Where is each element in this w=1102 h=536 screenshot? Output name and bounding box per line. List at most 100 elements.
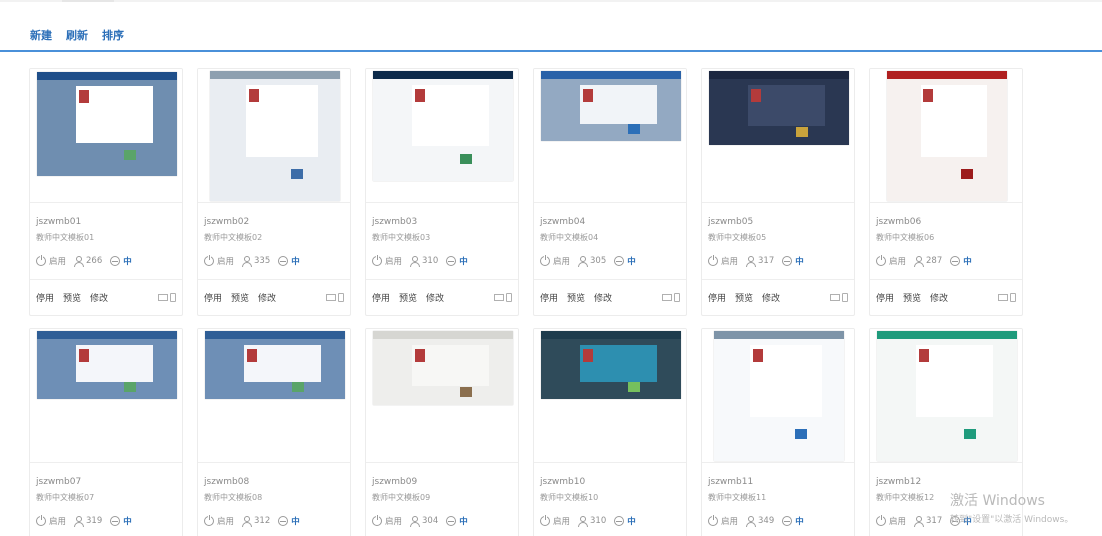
template-thumbnail[interactable] <box>702 329 854 463</box>
template-name: 教师中文模板02 <box>204 233 263 242</box>
language-icon <box>614 256 625 266</box>
edit-button[interactable]: 修改 <box>426 291 444 304</box>
language-icon <box>110 516 121 526</box>
template-thumbnail[interactable] <box>534 69 686 203</box>
mobile-icon[interactable] <box>338 292 344 302</box>
desktop-icon[interactable] <box>998 293 1008 301</box>
mobile-icon[interactable] <box>506 292 512 302</box>
toolbar-actions: 新建 刷新 排序 <box>30 27 124 43</box>
preview-button[interactable]: 预览 <box>231 291 249 304</box>
user-icon <box>410 256 421 267</box>
user-count: 312 <box>254 516 271 526</box>
preview-photo <box>753 349 763 362</box>
device-toggle[interactable] <box>494 292 512 302</box>
template-card[interactable]: jszwmb10 教师中文模板10 启用 310 中 <box>533 328 687 536</box>
template-card[interactable]: jszwmb09 教师中文模板09 启用 304 中 <box>365 328 519 536</box>
new-button[interactable]: 新建 <box>30 27 52 43</box>
template-info: jszwmb01 教师中文模板01 启用 266 中 <box>30 203 182 269</box>
mobile-icon[interactable] <box>674 292 680 302</box>
edit-button[interactable]: 修改 <box>594 291 612 304</box>
edit-button[interactable]: 修改 <box>930 291 948 304</box>
disable-button[interactable]: 停用 <box>540 291 558 304</box>
language-value: 中 <box>123 257 132 267</box>
template-card[interactable]: jszwmb07 教师中文模板07 启用 319 中 <box>29 328 183 536</box>
mobile-icon[interactable] <box>170 292 176 302</box>
device-toggle[interactable] <box>830 292 848 302</box>
device-toggle[interactable] <box>326 292 344 302</box>
power-icon <box>876 515 886 526</box>
preview-header-band <box>709 71 849 79</box>
preview-header-band <box>210 71 340 79</box>
template-operations: 停用 预览 修改 <box>702 280 854 314</box>
status-stat: 启用 <box>36 515 66 527</box>
preview-button[interactable]: 预览 <box>63 291 81 304</box>
device-toggle[interactable] <box>662 292 680 302</box>
template-thumbnail[interactable] <box>366 329 518 463</box>
edit-button[interactable]: 修改 <box>258 291 276 304</box>
template-code: jszwmb07 <box>36 477 82 487</box>
template-thumbnail[interactable] <box>198 329 350 463</box>
language-stat: 中 <box>614 515 636 527</box>
mobile-icon[interactable] <box>1010 292 1016 302</box>
template-thumbnail[interactable] <box>702 69 854 203</box>
edit-button[interactable]: 修改 <box>90 291 108 304</box>
disable-button[interactable]: 停用 <box>708 291 726 304</box>
preview-accent-block <box>628 382 640 392</box>
template-operations: 停用 预览 修改 <box>534 280 686 314</box>
refresh-button[interactable]: 刷新 <box>66 27 88 43</box>
template-thumbnail[interactable] <box>366 69 518 203</box>
template-stats: 启用 287 中 <box>876 253 1016 269</box>
mobile-icon[interactable] <box>842 292 848 302</box>
template-card[interactable]: jszwmb03 教师中文模板03 启用 310 中停用 预览 修改 <box>365 68 519 316</box>
template-card[interactable]: jszwmb04 教师中文模板04 启用 305 中停用 预览 修改 <box>533 68 687 316</box>
disable-button[interactable]: 停用 <box>876 291 894 304</box>
template-thumbnail[interactable] <box>30 329 182 463</box>
preview-button[interactable]: 预览 <box>567 291 585 304</box>
status-text: 启用 <box>721 257 739 267</box>
language-icon <box>614 516 625 526</box>
template-card[interactable]: jszwmb06 教师中文模板06 启用 287 中停用 预览 修改 <box>869 68 1023 316</box>
preview-header-band <box>37 72 177 80</box>
language-value: 中 <box>795 517 804 527</box>
template-preview-image <box>541 71 681 141</box>
template-operations: 停用 预览 修改 <box>366 280 518 314</box>
template-card[interactable]: jszwmb08 教师中文模板08 启用 312 中 <box>197 328 351 536</box>
status-text: 启用 <box>553 257 571 267</box>
power-icon <box>876 255 886 266</box>
device-toggle[interactable] <box>158 292 176 302</box>
preview-header-band <box>541 331 681 339</box>
desktop-icon[interactable] <box>494 293 504 301</box>
disable-button[interactable]: 停用 <box>372 291 390 304</box>
user-count-stat: 317 <box>746 256 774 267</box>
template-stats: 启用 266 中 <box>36 253 176 269</box>
edit-button[interactable]: 修改 <box>762 291 780 304</box>
preview-button[interactable]: 预览 <box>399 291 417 304</box>
template-info: jszwmb04 教师中文模板04 启用 305 中 <box>534 203 686 269</box>
sort-button[interactable]: 排序 <box>102 27 124 43</box>
desktop-icon[interactable] <box>662 293 672 301</box>
preview-button[interactable]: 预览 <box>735 291 753 304</box>
template-preview-image <box>709 71 849 145</box>
preview-button[interactable]: 预览 <box>903 291 921 304</box>
template-card[interactable]: jszwmb01 教师中文模板01 启用 266 中停用 预览 修改 <box>29 68 183 316</box>
language-stat: 中 <box>110 515 132 527</box>
disable-button[interactable]: 停用 <box>204 291 222 304</box>
desktop-icon[interactable] <box>326 293 336 301</box>
template-thumbnail[interactable] <box>198 69 350 203</box>
template-thumbnail[interactable] <box>534 329 686 463</box>
desktop-icon[interactable] <box>830 293 840 301</box>
template-name: 教师中文模板11 <box>708 493 767 502</box>
disable-button[interactable]: 停用 <box>36 291 54 304</box>
template-card[interactable]: jszwmb05 教师中文模板05 启用 317 中停用 预览 修改 <box>701 68 855 316</box>
template-card[interactable]: jszwmb11 教师中文模板11 启用 349 中 <box>701 328 855 536</box>
language-stat: 中 <box>278 255 300 267</box>
template-thumbnail[interactable] <box>870 329 1022 463</box>
desktop-icon[interactable] <box>158 293 168 301</box>
template-card[interactable]: jszwmb02 教师中文模板02 启用 335 中停用 预览 修改 <box>197 68 351 316</box>
template-thumbnail[interactable] <box>870 69 1022 203</box>
user-count: 335 <box>254 256 271 266</box>
device-toggle[interactable] <box>998 292 1016 302</box>
language-icon <box>446 516 457 526</box>
template-thumbnail[interactable] <box>30 69 182 203</box>
preview-accent-block <box>964 429 976 439</box>
